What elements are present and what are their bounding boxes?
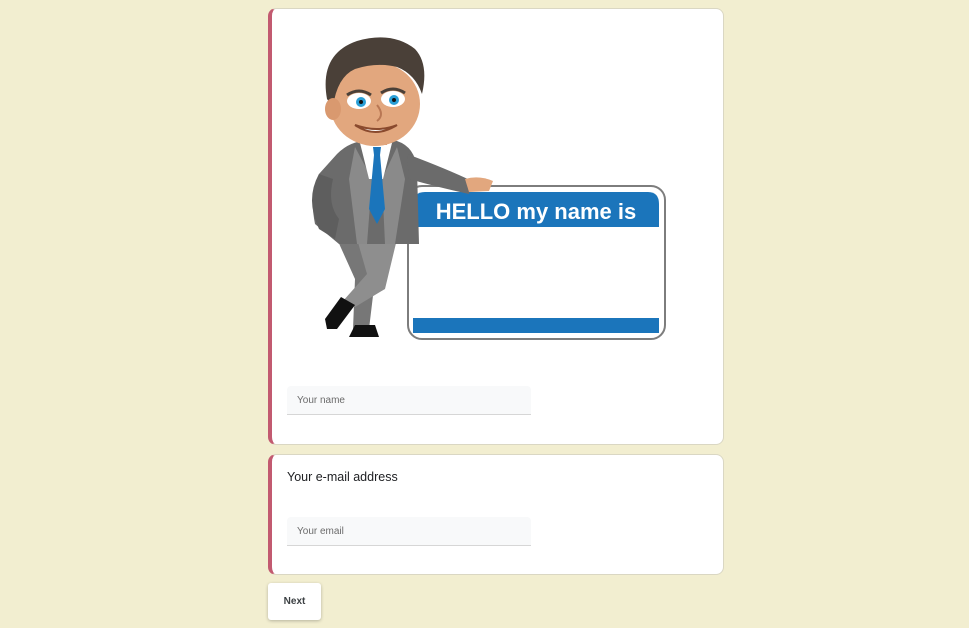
email-input[interactable] xyxy=(287,517,531,546)
form-page: HELLO my name is Your name Your e-mail a… xyxy=(0,0,969,628)
email-question-card: Your e-mail address xyxy=(268,454,724,575)
sticker-text: HELLO my name is xyxy=(436,199,637,224)
email-question-title: Your e-mail address xyxy=(287,470,398,484)
next-button[interactable]: Next xyxy=(268,583,321,620)
name-tag-sticker: HELLO my name is xyxy=(407,185,666,340)
name-question-card: HELLO my name is xyxy=(268,8,724,445)
hello-name-tag-illustration: HELLO my name is xyxy=(312,37,666,340)
name-input[interactable] xyxy=(287,386,531,415)
